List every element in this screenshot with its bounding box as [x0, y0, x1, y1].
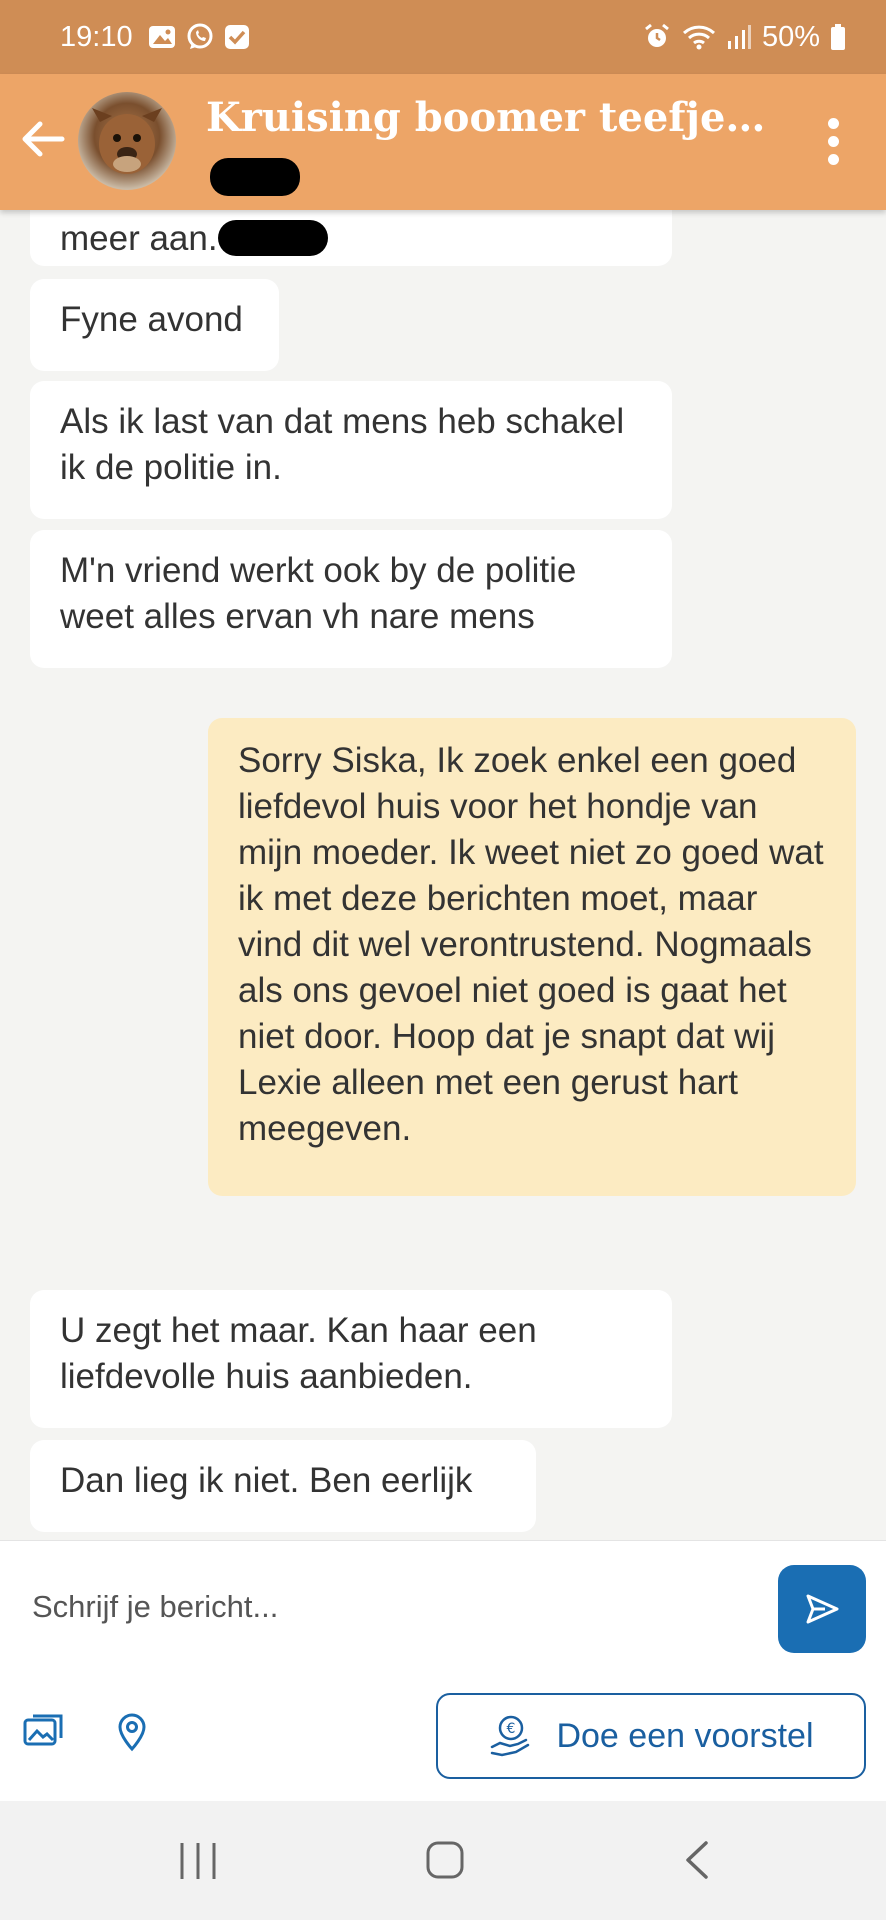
status-time: 19:10 — [60, 20, 133, 53]
message-text: Fyne avond — [60, 300, 243, 339]
euro-hand-icon: € — [491, 1715, 530, 1757]
alarm-icon — [645, 23, 669, 47]
avatar[interactable] — [78, 92, 176, 190]
make-offer-label: Doe een voorstel — [556, 1716, 814, 1755]
dog-avatar-image — [92, 108, 162, 174]
battery-icon — [831, 24, 845, 50]
action-bar: € Doe een voorstel — [0, 1671, 886, 1801]
message-list[interactable]: meer aan. Fyne avond Als ik last van dat… — [0, 210, 886, 1540]
home-button[interactable] — [425, 1835, 465, 1885]
svg-text:€: € — [507, 1721, 516, 1737]
chat-title: Kruising boomer teefje... — [206, 94, 766, 141]
arrow-left-icon — [22, 121, 65, 157]
back-icon — [686, 1841, 708, 1879]
status-bar: 19:10 50% — [0, 0, 886, 74]
location-pin-icon — [118, 1713, 146, 1752]
whatsapp-icon — [187, 23, 213, 49]
redaction-mark — [217, 220, 328, 256]
message-bubble-in: Als ik last van dat mens heb schakel ik … — [30, 381, 672, 519]
recent-apps-icon — [180, 1843, 216, 1879]
send-button[interactable] — [778, 1565, 866, 1653]
send-icon — [806, 1594, 839, 1624]
recent-apps-button[interactable] — [178, 1835, 218, 1885]
home-icon — [426, 1841, 464, 1879]
message-text: Als ik last van dat mens heb schakel ik … — [60, 402, 625, 487]
redaction-mark — [210, 158, 300, 196]
message-text: Sorry Siska, Ik zoek enkel een goed lief… — [238, 741, 824, 1148]
message-bubble-in: U zegt het maar. Kan haar een liefdevoll… — [30, 1290, 672, 1428]
message-text: U zegt het maar. Kan haar een liefdevoll… — [60, 1311, 537, 1396]
battery-percent: 50% — [761, 20, 820, 53]
message-bubble-in: M'n vriend werkt ook by de politie weet … — [30, 530, 672, 668]
system-nav-bar — [0, 1801, 886, 1920]
message-bubble-in: Fyne avond — [30, 279, 279, 371]
message-bubble-in: meer aan. — [30, 210, 672, 266]
message-bubble-in: Dan lieg ik niet. Ben eerlijk — [30, 1440, 536, 1532]
chat-header: Kruising boomer teefje... — [0, 74, 886, 210]
system-back-button[interactable] — [680, 1835, 714, 1885]
message-input[interactable] — [30, 1581, 754, 1633]
composer — [0, 1540, 886, 1672]
images-icon — [23, 1714, 63, 1746]
message-text: meer aan. — [60, 219, 218, 258]
check-icon — [224, 25, 249, 49]
signal-icon — [727, 25, 751, 49]
back-button[interactable] — [18, 114, 68, 164]
make-offer-button[interactable]: € Doe een voorstel — [436, 1693, 866, 1779]
message-text: M'n vriend werkt ook by de politie weet … — [60, 551, 577, 636]
message-bubble-out: Sorry Siska, Ik zoek enkel een goed lief… — [208, 718, 856, 1196]
share-location-button[interactable] — [110, 1709, 154, 1753]
more-vert-icon — [828, 118, 840, 165]
more-options-button[interactable] — [828, 118, 840, 166]
gallery-icon — [148, 26, 175, 48]
wifi-icon — [682, 25, 715, 50]
message-text: Dan lieg ik niet. Ben eerlijk — [60, 1461, 473, 1500]
add-image-button[interactable] — [22, 1709, 66, 1753]
